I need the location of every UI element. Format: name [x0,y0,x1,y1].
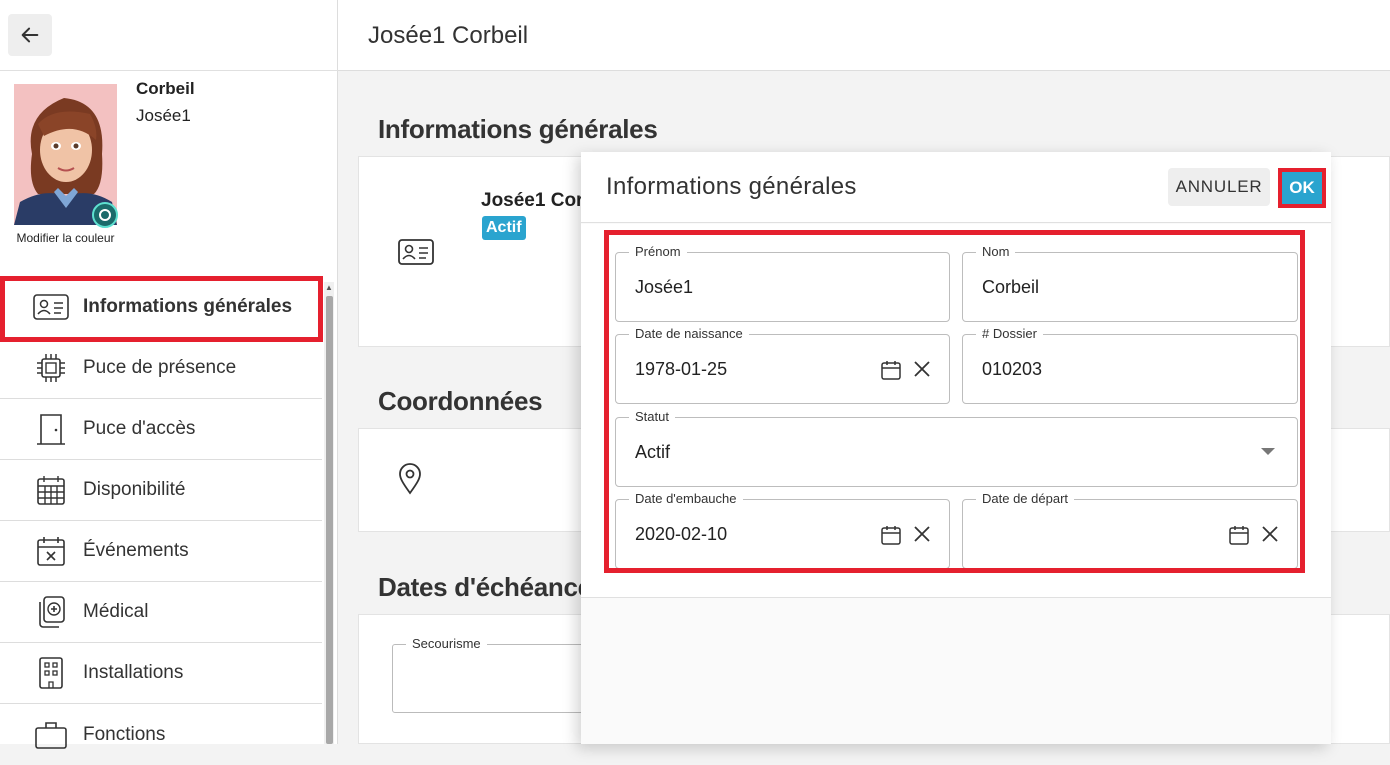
building-icon [32,655,70,691]
form-highlight [604,230,1305,573]
calendar-grid-icon [32,472,70,508]
card-employee-name: Josée1 Cor [481,190,584,211]
edit-general-info-dialog: Informations générales ANNULER OK Prénom… [581,152,1331,744]
secourisme-field[interactable] [392,644,592,713]
sidebar-item-fonctions[interactable]: Fonctions [0,704,322,765]
change-photo-button[interactable] [92,202,118,228]
medical-icon [32,594,70,630]
profile-first-name: Josée1 [136,106,191,125]
modify-color-link[interactable]: Modifier la couleur [14,231,117,246]
page-title: Josée1 Corbeil [368,22,529,49]
section-title-coordonnees: Coordonnées [378,386,543,416]
scrollbar-thumb[interactable] [326,296,333,744]
cancel-button[interactable]: ANNULER [1168,168,1270,206]
sidebar-item-installations[interactable]: Installations [0,643,322,704]
map-pin-icon [398,463,422,500]
sidebar-item-label: Puce d'accès [83,418,196,439]
sidebar-item-puce-presence[interactable]: Puce de présence [0,338,322,399]
sidebar-item-label: Disponibilité [83,479,186,500]
back-button[interactable] [8,14,52,56]
ok-button[interactable]: OK [1278,168,1326,208]
chip-icon [32,350,70,386]
sidebar-item-puce-acces[interactable]: Puce d'accès [0,399,322,460]
sidebar-item-label: Installations [83,662,184,683]
status-badge: Actif [482,216,526,240]
sidebar-item-evenements[interactable]: Événements [0,521,322,582]
sidebar-item-label: Événements [83,540,189,561]
door-icon [32,411,70,447]
sidebar-item-disponibilite[interactable]: Disponibilité [0,460,322,521]
secourisme-label: Secourisme [406,636,487,651]
briefcase-icon [32,716,70,752]
arrow-left-icon [21,27,39,43]
sidebar-item-label: Fonctions [83,723,166,745]
sidebar-item-medical[interactable]: Médical [0,582,322,643]
dialog-title: Informations générales [606,173,857,200]
section-title-dates-echeance: Dates d'échéance [378,572,592,602]
scroll-up-arrow[interactable]: ▲ [325,283,333,292]
dialog-header: Informations générales ANNULER OK [581,152,1331,223]
left-panel: Modifier la couleur Corbeil Josée1 Infor… [0,0,338,749]
calendar-x-icon [32,533,70,569]
camera-icon [99,209,111,221]
sidebar-item-label: Médical [83,601,149,622]
divider [0,70,338,71]
id-card-icon [398,238,434,271]
selected-item-highlight [0,276,323,342]
profile-last-name: Corbeil [136,79,195,98]
page-header: Josée1 Corbeil [338,0,1390,71]
section-title-general: Informations générales [378,114,658,144]
sidebar-item-label: Puce de présence [83,357,237,378]
